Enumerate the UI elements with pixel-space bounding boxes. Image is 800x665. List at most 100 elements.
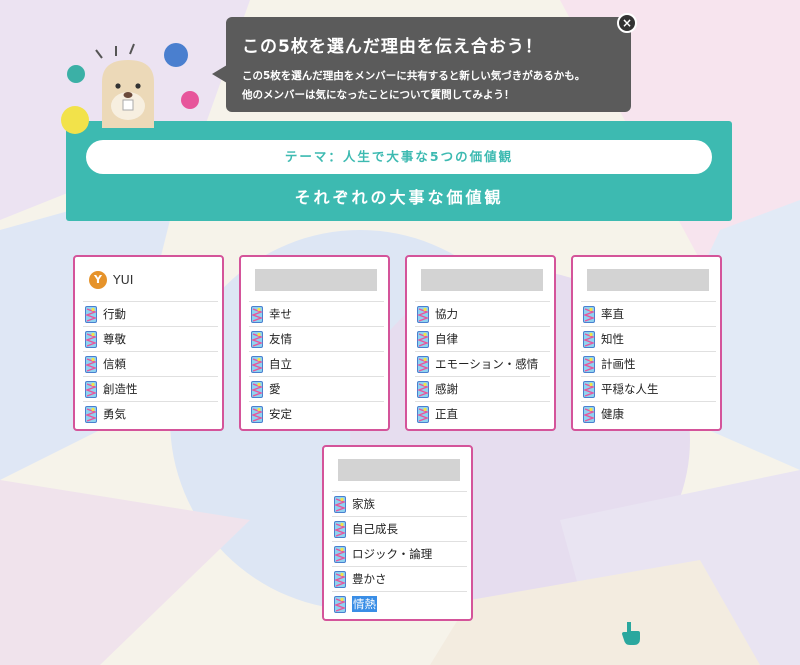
value-label: 自立 (269, 357, 292, 371)
value-card-icon (85, 405, 97, 423)
value-card[interactable]: 自己成長 (332, 516, 467, 541)
value-card[interactable]: 率直 (581, 301, 716, 326)
value-card-icon (417, 405, 429, 423)
value-card-icon (334, 595, 346, 613)
value-card-icon (251, 355, 263, 373)
member-header (251, 267, 379, 291)
member-header (583, 267, 711, 291)
value-card[interactable]: ロジック・論理 (332, 541, 467, 566)
value-card[interactable]: 勇気 (83, 401, 218, 426)
bubble-text-line-1: この5枚を選んだ理由をメンバーに共有すると新しい気づきがあるかも。 (242, 70, 586, 82)
value-card-icon (85, 330, 97, 348)
value-label: 感謝 (435, 382, 458, 396)
value-card[interactable]: 知性 (581, 326, 716, 351)
value-label: 知性 (601, 332, 624, 346)
value-card[interactable]: 尊敬 (83, 326, 218, 351)
value-card-icon (251, 305, 263, 323)
value-label: 友情 (269, 332, 292, 346)
theme-label: テーマ：人生で大事な5つの価値観 (86, 140, 712, 174)
value-card[interactable]: エモーション・感情 (415, 351, 550, 376)
value-label: 幸せ (269, 307, 292, 321)
value-card-icon (417, 355, 429, 373)
value-list: 幸せ 友情 自立 愛 安定 (249, 301, 384, 426)
close-button[interactable]: × (617, 13, 637, 33)
value-card[interactable]: 家族 (332, 491, 467, 516)
value-card[interactable]: 安定 (249, 401, 384, 426)
value-label: 信頼 (103, 357, 126, 371)
value-card[interactable]: 正直 (415, 401, 550, 426)
value-card-icon (583, 330, 595, 348)
bubble-text-line-2: 他のメンバーは気になったことについて質問してみよう！ (242, 89, 515, 101)
bubble-title: この5枚を選んだ理由を伝え合おう！ (242, 37, 543, 57)
value-card[interactable]: 健康 (581, 401, 716, 426)
member-header (334, 457, 462, 481)
value-card-icon (251, 405, 263, 423)
member-header (417, 267, 545, 291)
value-card-icon (85, 305, 97, 323)
hand-pointer-icon (622, 622, 640, 645)
value-card-icon (583, 405, 595, 423)
value-label: 自律 (435, 332, 458, 346)
value-card-icon (251, 330, 263, 348)
value-card[interactable]: 友情 (249, 326, 384, 351)
value-card[interactable]: 豊かさ (332, 566, 467, 591)
value-card[interactable]: 創造性 (83, 376, 218, 401)
member-card-2: 幸せ 友情 自立 愛 安定 (239, 255, 390, 431)
value-card-icon (417, 305, 429, 323)
member-header: Y YUI (85, 267, 213, 291)
member-name-redacted (587, 269, 709, 291)
value-label: 家族 (352, 497, 375, 511)
value-card-icon (334, 520, 346, 538)
value-label: エモーション・感情 (435, 357, 539, 371)
value-card-selected[interactable]: 情熱 (332, 591, 467, 616)
value-card-icon (417, 330, 429, 348)
value-card-icon (334, 570, 346, 588)
value-label: 率直 (601, 307, 624, 321)
value-label: 健康 (601, 407, 624, 421)
value-card[interactable]: 自律 (415, 326, 550, 351)
value-label: 尊敬 (103, 332, 126, 346)
value-card-icon (583, 380, 595, 398)
member-name: YUI (113, 272, 134, 287)
member-name-redacted (421, 269, 543, 291)
value-card[interactable]: 自立 (249, 351, 384, 376)
value-card[interactable]: 計画性 (581, 351, 716, 376)
value-card-icon (583, 355, 595, 373)
value-label: 協力 (435, 307, 458, 321)
value-label: ロジック・論理 (352, 547, 433, 561)
value-card-icon (583, 305, 595, 323)
value-label: 安定 (269, 407, 292, 421)
member-name-redacted (338, 459, 460, 481)
value-label: 豊かさ (352, 572, 387, 586)
member-card-yui: Y YUI 行動 尊敬 信頼 創造性 勇気 (73, 255, 224, 431)
value-card[interactable]: 幸せ (249, 301, 384, 326)
value-label: 勇気 (103, 407, 126, 421)
value-card[interactable]: 信頼 (83, 351, 218, 376)
member-name-redacted (255, 269, 377, 291)
value-list: 行動 尊敬 信頼 創造性 勇気 (83, 301, 218, 426)
panel-subtitle: それぞれの大事な価値観 (294, 188, 504, 207)
value-card-icon (334, 495, 346, 513)
value-label: 正直 (435, 407, 458, 421)
value-label: 自己成長 (352, 522, 398, 536)
value-card-icon (251, 380, 263, 398)
instruction-bubble: この5枚を選んだ理由を伝え合おう！ この5枚を選んだ理由をメンバーに共有すると新… (212, 17, 631, 112)
value-card[interactable]: 行動 (83, 301, 218, 326)
value-card-icon (417, 380, 429, 398)
value-card-icon (334, 545, 346, 563)
value-card[interactable]: 愛 (249, 376, 384, 401)
value-card[interactable]: 感謝 (415, 376, 550, 401)
value-card[interactable]: 協力 (415, 301, 550, 326)
value-label: 創造性 (103, 382, 138, 396)
value-card-icon (85, 355, 97, 373)
value-list: 協力 自律 エモーション・感情 感謝 正直 (415, 301, 550, 426)
value-label: 計画性 (601, 357, 636, 371)
beaver-mascot (61, 43, 199, 140)
value-label-selected: 情熱 (352, 596, 377, 612)
member-card-5: 家族 自己成長 ロジック・論理 豊かさ 情熱 (322, 445, 473, 621)
value-card[interactable]: 平穏な人生 (581, 376, 716, 401)
value-label: 平穏な人生 (601, 382, 659, 396)
value-label: 行動 (103, 307, 126, 321)
value-list: 率直 知性 計画性 平穏な人生 健康 (581, 301, 716, 426)
member-card-3: 協力 自律 エモーション・感情 感謝 正直 (405, 255, 556, 431)
